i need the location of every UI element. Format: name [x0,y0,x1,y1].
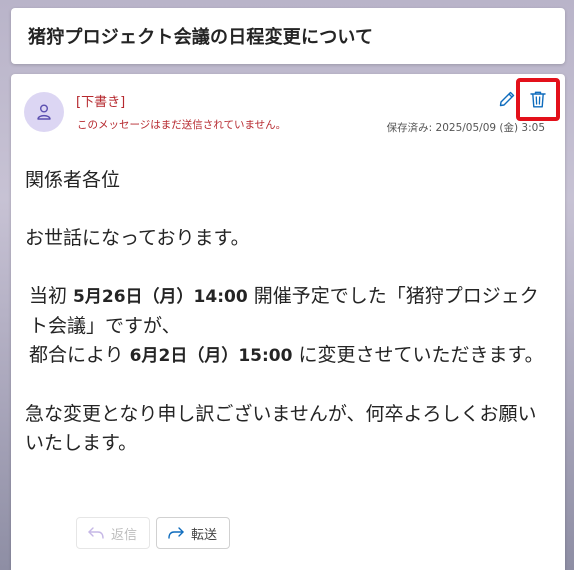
draft-notice: このメッセージはまだ送信されていません。 [77,119,287,131]
delete-draft-button[interactable] [516,78,560,121]
forward-button[interactable]: 転送 [156,517,231,549]
pencil-icon [499,91,515,107]
body-closing: 急な変更となり申し訳ございませんが、何卒よろしくお願いいたします。 [25,403,537,454]
body-text: 当初 [29,285,74,307]
draft-tag: [下書き] [76,95,126,110]
body-text: に変更させていただきます。 [292,344,544,366]
avatar [24,92,64,132]
forward-arrow-icon [168,527,184,539]
reply-label: 返信 [111,527,138,543]
message-card: [下書き] このメッセージはまだ送信されていません。 保存済み: 2025/05… [11,74,565,570]
body-intro: お世話になっております。 [25,227,250,249]
subject-title: 猪狩プロジェクト会議の日程変更について [28,27,374,48]
edit-draft-button[interactable] [496,88,518,110]
saved-timestamp: 保存済み: 2025/05/09 (金) 3:05 [386,122,545,134]
reply-arrow-icon [88,527,104,539]
new-date: 6月2日（月）15:00 [129,346,293,366]
message-actions: 返信 転送 [76,517,231,549]
message-body: 関係者各位 お世話になっております。 当初 5月26日（月）14:00 開催予定… [25,166,555,487]
body-paragraph-schedule: 当初 5月26日（月）14:00 開催予定でした「猪狩プロジェクト会議」ですが、… [25,282,555,371]
subject-card: 猪狩プロジェクト会議の日程変更について [11,8,565,64]
original-date: 5月26日（月）14:00 [73,287,248,307]
person-icon [37,104,51,120]
body-greeting: 関係者各位 [25,169,121,191]
reply-button[interactable]: 返信 [76,517,151,549]
body-text: 都合により [29,344,130,366]
trash-icon [530,91,546,108]
forward-label: 転送 [191,527,218,543]
